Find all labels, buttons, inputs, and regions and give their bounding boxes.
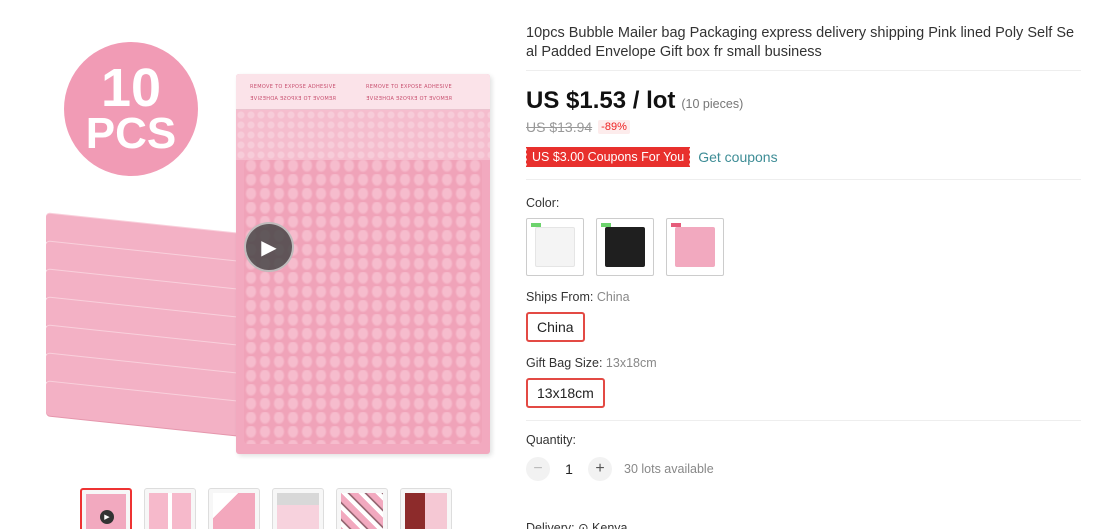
thumbnail-5[interactable]: [336, 488, 388, 529]
play-video-button[interactable]: ▶: [244, 222, 294, 272]
quantity-input[interactable]: 1: [558, 461, 580, 477]
ships-from-value: China: [596, 290, 630, 304]
price-row: US $1.53 / lot (10 pieces): [526, 87, 1081, 115]
thumbnail-4[interactable]: [272, 488, 324, 529]
ships-from-section: Ships From: China China: [526, 290, 1081, 342]
color-section: Color:: [526, 196, 1081, 276]
original-price: US $13.94: [526, 119, 593, 135]
get-coupons-link[interactable]: Get coupons: [698, 149, 777, 165]
bubble-lining: [236, 110, 490, 160]
play-icon: ▶: [261, 236, 277, 259]
delivery-info[interactable]: Delivery: ⊙ Kenya: [526, 520, 627, 529]
coupon-row: US $3.00 Coupons For You Get coupons: [524, 147, 1081, 167]
color-swatch-white[interactable]: [526, 218, 584, 276]
current-price: US $1.53 / lot: [526, 87, 676, 114]
quantity-label: Quantity:: [526, 433, 577, 447]
color-swatches: [526, 218, 1081, 276]
ships-from-title: Ships From:: [526, 290, 594, 304]
gift-bag-size-value: 13x18cm: [605, 356, 657, 370]
discount-badge: -89%: [598, 120, 630, 134]
divider: [526, 179, 1081, 180]
strip-label: REMOVE TO EXPOSE ADHESIVE: [250, 96, 336, 102]
thumbnail-strip: ▶: [80, 488, 452, 529]
main-product-image[interactable]: 10 PCS REMOVE TO EXPOSE ADHESIVE REMOVE …: [40, 36, 500, 466]
thumbnail-1[interactable]: ▶: [80, 488, 132, 529]
divider: [526, 420, 1081, 421]
strip-label: REMOVE TO EXPOSE ADHESIVE: [366, 96, 452, 102]
color-swatch-black[interactable]: [596, 218, 654, 276]
divider: [526, 70, 1081, 71]
original-price-row: US $13.94 -89%: [526, 119, 1081, 135]
gift-bag-size-label: Gift Bag Size: 13x18cm: [526, 356, 1081, 370]
quantity-increase-button[interactable]: +: [588, 457, 612, 481]
badge-unit: PCS: [85, 108, 177, 158]
gift-bag-size-section: Gift Bag Size: 13x18cm 13x18cm: [526, 356, 1081, 408]
lots-available: 30 lots available: [624, 462, 714, 476]
strip-label: REMOVE TO EXPOSE ADHESIVE: [366, 84, 452, 90]
gift-bag-size-title: Gift Bag Size:: [526, 356, 603, 370]
pieces-count: (10 pieces): [681, 97, 744, 111]
color-label: Color:: [526, 196, 560, 210]
thumbnail-3[interactable]: [208, 488, 260, 529]
adhesive-strip: REMOVE TO EXPOSE ADHESIVE REMOVE TO EXPO…: [236, 74, 490, 110]
thumbnail-2[interactable]: [144, 488, 196, 529]
color-swatch-pink[interactable]: [666, 218, 724, 276]
badge-number: 10: [100, 57, 162, 118]
quantity-section: Quantity: − 1 + 30 lots available: [526, 433, 1081, 481]
bubble-texture: [244, 160, 482, 444]
quantity-badge: 10 PCS: [64, 42, 198, 176]
quantity-decrease-button[interactable]: −: [526, 457, 550, 481]
play-icon: ▶: [100, 510, 114, 524]
product-info-panel: 10pcs Bubble Mailer bag Packaging expres…: [524, 24, 1081, 481]
coupon-tag[interactable]: US $3.00 Coupons For You: [524, 147, 691, 167]
product-title: 10pcs Bubble Mailer bag Packaging expres…: [526, 25, 1075, 60]
quantity-stepper: − 1 + 30 lots available: [526, 457, 1081, 481]
gift-bag-size-option[interactable]: 13x18cm: [526, 378, 605, 408]
ships-from-label: Ships From: China: [526, 290, 1081, 304]
strip-label: REMOVE TO EXPOSE ADHESIVE: [250, 84, 336, 90]
thumbnail-6[interactable]: [400, 488, 452, 529]
ships-from-option-china[interactable]: China: [526, 312, 585, 342]
